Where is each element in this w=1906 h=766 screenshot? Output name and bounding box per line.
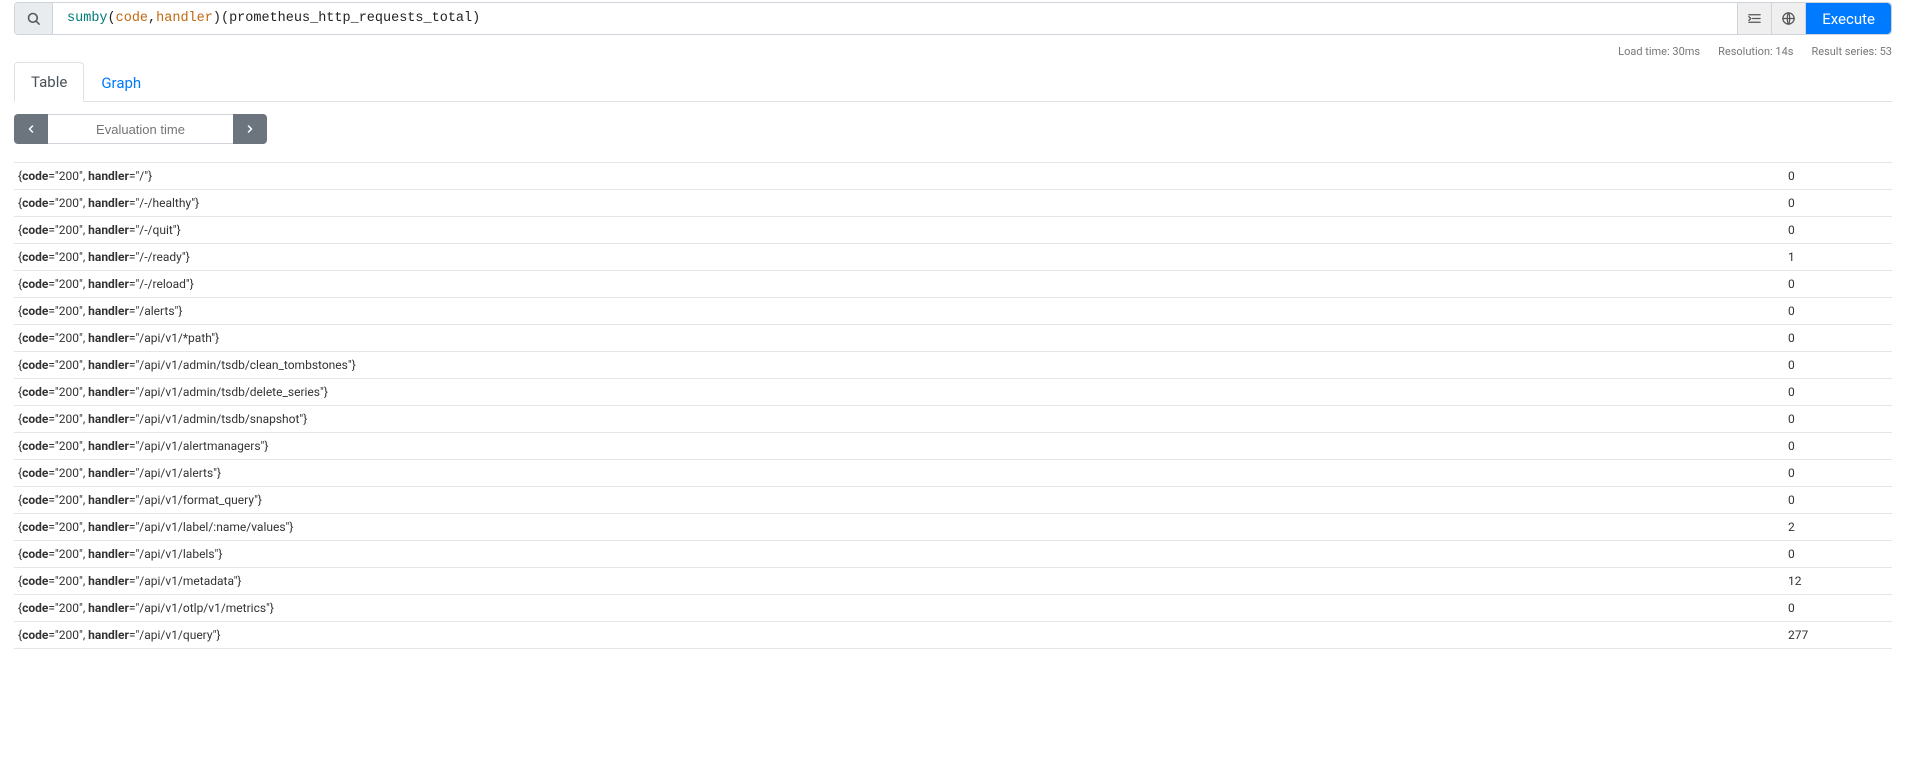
- eval-time-prev-button[interactable]: [14, 114, 48, 144]
- series-label: {code="200", handler="/api/v1/label/:nam…: [18, 520, 1788, 534]
- globe-icon: [1781, 11, 1796, 26]
- query-input[interactable]: sum by (code,handler) (prometheus_http_r…: [53, 3, 1737, 34]
- series-value: 0: [1788, 493, 1888, 507]
- series-label: {code="200", handler="/api/v1/*path"}: [18, 331, 1788, 345]
- tab-graph[interactable]: Graph: [84, 63, 158, 102]
- query-bar: sum by (code,handler) (prometheus_http_r…: [14, 2, 1892, 35]
- series-label: {code="200", handler="/"}: [18, 169, 1788, 183]
- series-label: {code="200", handler="/api/v1/alertmanag…: [18, 439, 1788, 453]
- query-token: ): [213, 11, 221, 26]
- table-row[interactable]: {code="200", handler="/api/v1/alertmanag…: [14, 433, 1892, 460]
- series-value: 0: [1788, 466, 1888, 480]
- results-table: {code="200", handler="/"}0{code="200", h…: [14, 162, 1892, 649]
- query-token: (: [221, 11, 229, 26]
- series-value: 0: [1788, 223, 1888, 237]
- series-label: {code="200", handler="/api/v1/format_que…: [18, 493, 1788, 507]
- stat-load-time: Load time: 30ms: [1618, 45, 1700, 58]
- table-row[interactable]: {code="200", handler="/api/v1/query"}277: [14, 622, 1892, 649]
- execute-button[interactable]: Execute: [1805, 3, 1891, 34]
- table-row[interactable]: {code="200", handler="/api/v1/admin/tsdb…: [14, 352, 1892, 379]
- table-row[interactable]: {code="200", handler="/alerts"}0: [14, 298, 1892, 325]
- series-label: {code="200", handler="/-/reload"}: [18, 277, 1788, 291]
- series-label: {code="200", handler="/api/v1/admin/tsdb…: [18, 412, 1788, 426]
- series-label: {code="200", handler="/api/v1/admin/tsdb…: [18, 358, 1788, 372]
- series-label: {code="200", handler="/api/v1/admin/tsdb…: [18, 385, 1788, 399]
- query-token: (: [108, 11, 116, 26]
- series-label: {code="200", handler="/-/quit"}: [18, 223, 1788, 237]
- format-query-button[interactable]: [1737, 3, 1771, 34]
- table-row[interactable]: {code="200", handler="/-/healthy"}0: [14, 190, 1892, 217]
- series-value: 0: [1788, 412, 1888, 426]
- table-row[interactable]: {code="200", handler="/api/v1/format_que…: [14, 487, 1892, 514]
- table-row[interactable]: {code="200", handler="/api/v1/label/:nam…: [14, 514, 1892, 541]
- series-value: 0: [1788, 277, 1888, 291]
- series-value: 12: [1788, 574, 1888, 588]
- table-row[interactable]: {code="200", handler="/api/v1/alerts"}0: [14, 460, 1892, 487]
- search-icon: [26, 11, 41, 26]
- evaluation-time-input[interactable]: [48, 114, 233, 144]
- stat-resolution: Resolution: 14s: [1718, 45, 1793, 58]
- series-label: {code="200", handler="/api/v1/metadata"}: [18, 574, 1788, 588]
- series-label: {code="200", handler="/alerts"}: [18, 304, 1788, 318]
- series-value: 0: [1788, 358, 1888, 372]
- series-value: 0: [1788, 385, 1888, 399]
- query-token: ,: [148, 11, 156, 26]
- eval-time-next-button[interactable]: [233, 114, 267, 144]
- series-value: 277: [1788, 628, 1888, 642]
- series-value: 0: [1788, 169, 1888, 183]
- table-row[interactable]: {code="200", handler="/api/v1/*path"}0: [14, 325, 1892, 352]
- table-row[interactable]: {code="200", handler="/api/v1/admin/tsdb…: [14, 406, 1892, 433]
- tab-table[interactable]: Table: [14, 62, 84, 102]
- series-value: 2: [1788, 520, 1888, 534]
- query-history-button[interactable]: [1771, 3, 1805, 34]
- view-tabs: Table Graph: [14, 62, 1892, 102]
- table-row[interactable]: {code="200", handler="/"}0: [14, 163, 1892, 190]
- series-label: {code="200", handler="/api/v1/labels"}: [18, 547, 1788, 561]
- series-label: {code="200", handler="/-/ready"}: [18, 250, 1788, 264]
- chevron-right-icon: [244, 123, 256, 135]
- table-row[interactable]: {code="200", handler="/-/quit"}0: [14, 217, 1892, 244]
- series-value: 1: [1788, 250, 1888, 264]
- series-label: {code="200", handler="/-/healthy"}: [18, 196, 1788, 210]
- query-token: sum: [67, 11, 91, 26]
- table-row[interactable]: {code="200", handler="/-/ready"}1: [14, 244, 1892, 271]
- chevron-left-icon: [25, 123, 37, 135]
- series-value: 0: [1788, 547, 1888, 561]
- table-row[interactable]: {code="200", handler="/api/v1/otlp/v1/me…: [14, 595, 1892, 622]
- query-stats: Load time: 30ms Resolution: 14s Result s…: [14, 45, 1892, 58]
- table-row[interactable]: {code="200", handler="/api/v1/metadata"}…: [14, 568, 1892, 595]
- series-value: 0: [1788, 439, 1888, 453]
- query-token: by: [91, 11, 107, 26]
- query-token: code: [116, 11, 148, 26]
- series-value: 0: [1788, 601, 1888, 615]
- stat-result-series: Result series: 53: [1811, 45, 1892, 58]
- query-token: ): [472, 11, 480, 26]
- series-label: {code="200", handler="/api/v1/otlp/v1/me…: [18, 601, 1788, 615]
- evaluation-time-selector: [14, 114, 1892, 144]
- series-value: 0: [1788, 196, 1888, 210]
- table-row[interactable]: {code="200", handler="/api/v1/labels"}0: [14, 541, 1892, 568]
- indent-icon: [1747, 11, 1762, 26]
- metrics-explorer-button[interactable]: [15, 3, 53, 34]
- query-token: handler: [156, 11, 213, 26]
- table-row[interactable]: {code="200", handler="/-/reload"}0: [14, 271, 1892, 298]
- series-label: {code="200", handler="/api/v1/alerts"}: [18, 466, 1788, 480]
- query-token: prometheus_http_requests_total: [229, 11, 472, 26]
- series-label: {code="200", handler="/api/v1/query"}: [18, 628, 1788, 642]
- series-value: 0: [1788, 331, 1888, 345]
- series-value: 0: [1788, 304, 1888, 318]
- table-row[interactable]: {code="200", handler="/api/v1/admin/tsdb…: [14, 379, 1892, 406]
